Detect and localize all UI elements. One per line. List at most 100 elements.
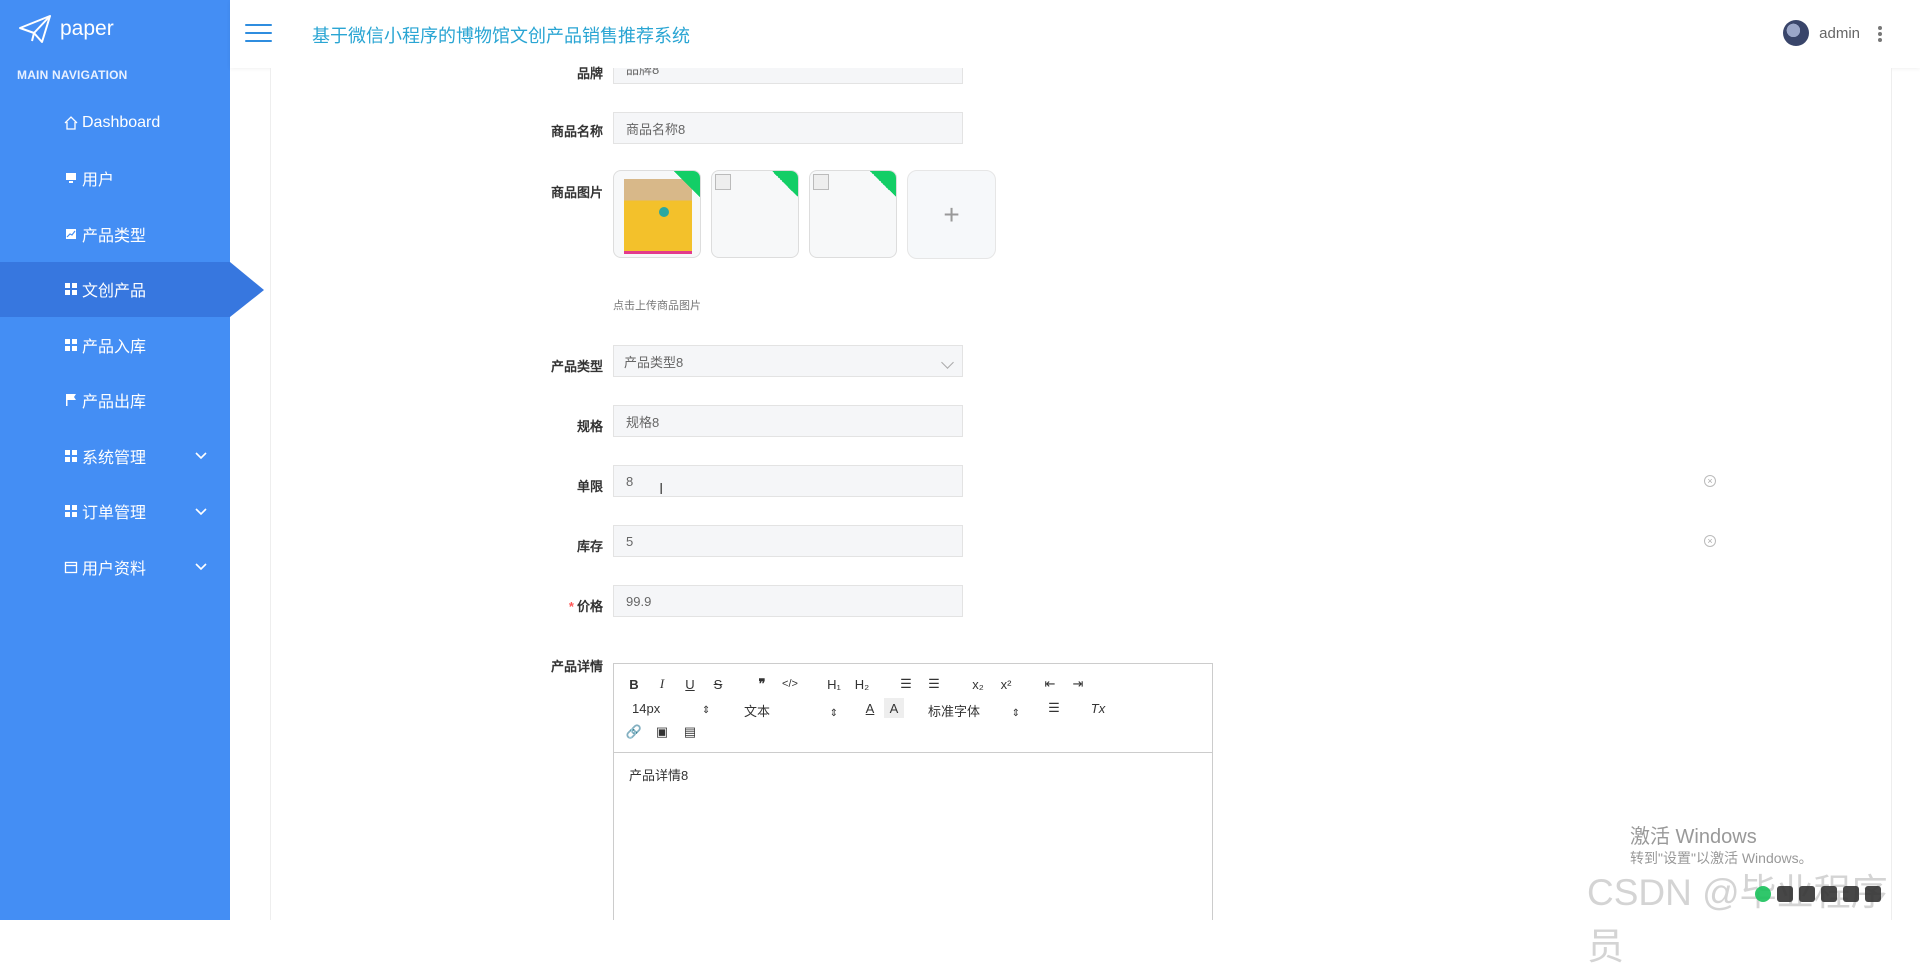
font-color-icon[interactable]: A [860, 698, 880, 718]
font-size-select[interactable]: 14px ⇕ [632, 701, 710, 716]
price-label-text: 价格 [576, 599, 603, 614]
sidebar-item-label: 用户资料 [82, 560, 147, 578]
spec-label: 规格 [576, 419, 603, 434]
grid-icon [64, 449, 78, 463]
add-image-button[interactable]: + [907, 170, 996, 259]
link-icon[interactable]: 🔗 [624, 722, 644, 742]
calendar-icon [64, 560, 78, 574]
limit-input[interactable]: 8 [613, 465, 963, 497]
uploaded-badge [673, 171, 700, 198]
tray-icon[interactable] [1777, 886, 1793, 902]
strike-button[interactable]: S [708, 674, 728, 694]
indent-icon[interactable]: ⇥ [1068, 674, 1088, 694]
sidebar-item-cultural-products[interactable]: 文创产品 [0, 261, 264, 317]
activate-windows-title: 激活 Windows [1630, 826, 1757, 848]
tray-icon[interactable] [1843, 886, 1859, 902]
clear-format-icon[interactable]: Tx [1088, 698, 1108, 718]
input-method-icon[interactable] [1755, 886, 1771, 902]
code-button[interactable]: </> [780, 674, 800, 694]
chevron-down-icon[interactable] [194, 559, 208, 573]
block-type-select[interactable]: 文本 ⇕ [744, 701, 838, 720]
block-type-value: 文本 [744, 704, 771, 719]
chart-icon [64, 227, 78, 241]
details-label: 产品详情 [550, 659, 603, 674]
chevron-down-icon[interactable] [194, 504, 208, 518]
price-label: * 价格 [523, 596, 603, 615]
updown-icon: ⇕ [701, 705, 711, 716]
settings-icon[interactable] [1865, 886, 1881, 902]
spec-input[interactable]: 规格8 [613, 405, 963, 437]
grid-icon [64, 282, 78, 296]
home-icon [64, 115, 78, 130]
image-icon[interactable]: ▣ [652, 722, 672, 742]
app-logo[interactable]: paper [18, 12, 114, 46]
limit-label: 单限 [576, 479, 603, 494]
sidebar-item-stock-out[interactable]: 产品出库 [0, 373, 230, 429]
outdent-icon[interactable]: ⇤ [1040, 674, 1060, 694]
text-cursor-icon: I [659, 481, 664, 498]
sidebar-item-stock-in[interactable]: 产品入库 [0, 317, 230, 373]
superscript-button[interactable]: x² [996, 674, 1016, 694]
user-menu[interactable]: admin [1783, 20, 1860, 46]
editor-content[interactable]: 产品详情8 [614, 753, 1212, 796]
align-icon[interactable]: ☰ [1044, 698, 1064, 718]
avatar[interactable] [1783, 20, 1810, 46]
page-title: 基于微信小程序的博物馆文创产品销售推荐系统 [312, 26, 690, 46]
stock-label: 库存 [576, 539, 603, 554]
product-image-thumb[interactable] [613, 170, 701, 258]
clear-icon[interactable]: × [1704, 535, 1716, 547]
updown-icon: ⇕ [1011, 708, 1021, 719]
underline-button[interactable]: U [680, 674, 700, 694]
sidebar-item-label: 系统管理 [82, 449, 147, 467]
stock-input[interactable]: 5 [613, 525, 963, 557]
editor-toolbar: B I U S ❞ </> H₁ H₂ ☰ ☰ x₂ x² ⇤ ⇥ 14px ⇕… [614, 664, 1212, 753]
price-input[interactable]: 99.9 [613, 585, 963, 617]
h1-button[interactable]: H₁ [824, 674, 844, 694]
sidebar-item-order-management[interactable]: 订单管理 [0, 484, 230, 540]
sidebar-item-label: 产品入库 [82, 338, 147, 356]
sidebar-item-product-types[interactable]: 产品类型 [0, 206, 230, 262]
system-tray [1755, 880, 1920, 908]
sidebar-item-dashboard[interactable]: Dashboard [0, 95, 230, 151]
font-family-value: 标准字体 [928, 704, 981, 719]
broken-image-icon [813, 174, 829, 190]
sidebar-item-label: 产品类型 [82, 227, 147, 245]
font-family-select[interactable]: 标准字体 ⇕ [928, 701, 1020, 720]
ordered-list-icon[interactable]: ☰ [896, 674, 916, 694]
brand-label: 品牌 [576, 66, 603, 81]
font-size-value: 14px [632, 701, 661, 716]
product-image-thumb[interactable] [809, 170, 897, 258]
product-type-select[interactable]: 产品类型8 [613, 345, 963, 377]
chevron-down-icon[interactable] [194, 448, 208, 462]
italic-button[interactable]: I [652, 674, 672, 694]
sidebar-item-label: 文创产品 [82, 283, 147, 301]
sidebar-item-label: 产品出库 [82, 394, 147, 412]
updown-icon: ⇕ [829, 708, 839, 719]
bold-button[interactable]: B [624, 674, 644, 694]
sidebar-item-user-profile[interactable]: 用户资料 [0, 539, 230, 595]
background-color-icon[interactable]: A [884, 698, 904, 718]
more-options-icon[interactable] [1878, 26, 1882, 42]
chevron-down-icon [941, 356, 954, 369]
sidebar-item-system-management[interactable]: 系统管理 [0, 428, 230, 484]
menu-toggle-icon[interactable] [245, 24, 272, 42]
clear-icon[interactable]: × [1704, 475, 1716, 487]
nav-caption: MAIN NAVIGATION [17, 68, 128, 82]
h2-button[interactable]: H₂ [852, 674, 872, 694]
upload-hint: 点击上传商品图片 [613, 300, 701, 312]
required-marker: * [568, 599, 574, 614]
product-name-label: 商品名称 [550, 124, 603, 139]
blockquote-button[interactable]: ❞ [752, 674, 772, 694]
csdn-watermark: CSDN @毕业程序员 [1587, 872, 1888, 967]
sidebar-item-users[interactable]: 用户 [0, 151, 230, 207]
tray-icon[interactable] [1799, 886, 1815, 902]
subscript-button[interactable]: x₂ [968, 674, 988, 694]
product-type-value: 产品类型8 [624, 354, 684, 370]
sidebar: paper MAIN NAVIGATION Dashboard 用户 产品类型 [0, 0, 264, 920]
product-image-thumb[interactable] [711, 170, 799, 258]
video-icon[interactable]: ▤ [680, 722, 700, 742]
sidebar-nav: Dashboard 用户 产品类型 文创产品 产品入库 产品出库 系统管理 订单… [0, 95, 264, 595]
keyboard-icon[interactable] [1821, 886, 1837, 902]
product-name-input[interactable]: 商品名称8 [613, 112, 963, 144]
bullet-list-icon[interactable]: ☰ [924, 674, 944, 694]
